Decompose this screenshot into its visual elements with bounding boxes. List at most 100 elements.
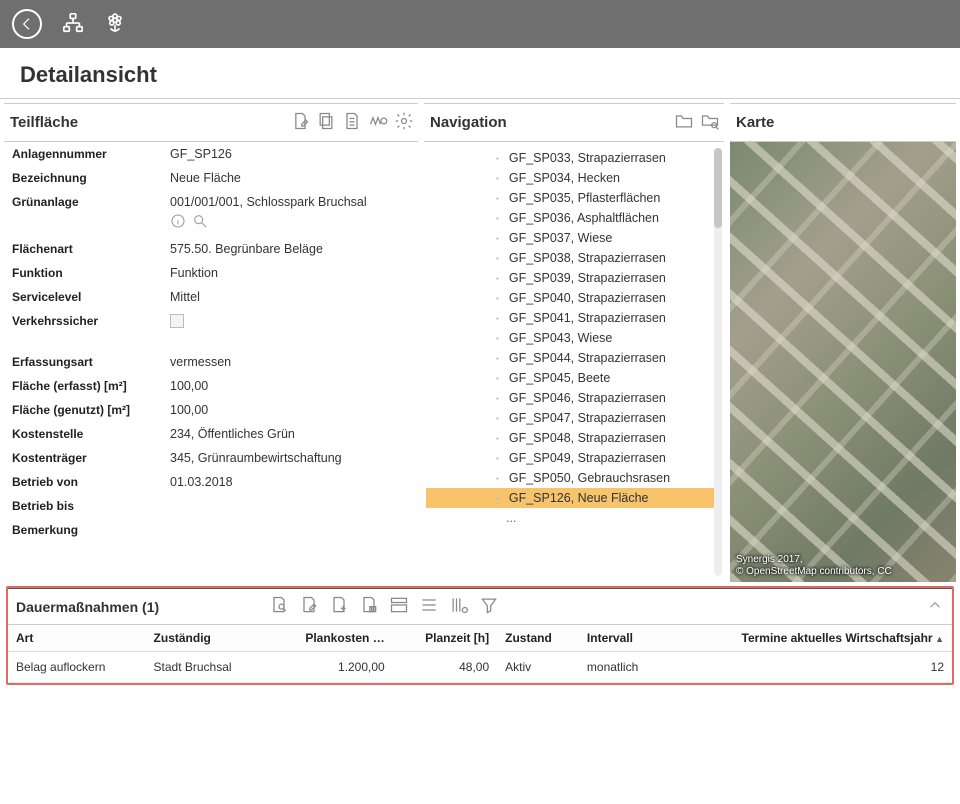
col-termine[interactable]: Termine aktuelles Wirtschaftsjahr (667, 625, 952, 652)
doc-edit-icon (290, 111, 310, 131)
col-zustand[interactable]: Zustand (497, 625, 579, 652)
navigation-list: GF_SP033, StrapazierrasenGF_SP034, Hecke… (424, 142, 724, 582)
col-art[interactable]: Art (8, 625, 146, 652)
columns-button[interactable] (449, 595, 469, 618)
topbar (0, 0, 960, 48)
panel-teilflaeche-title: Teilfläche (10, 114, 78, 131)
nav-item[interactable]: GF_SP126, Neue Fläche (426, 488, 722, 508)
chevron-up-icon (926, 596, 944, 614)
nav-item[interactable]: GF_SP033, Strapazierrasen (426, 148, 722, 168)
nav-item[interactable]: GF_SP041, Strapazierrasen (426, 308, 722, 328)
label-gruenanlage: Grünanlage (12, 195, 162, 232)
chevron-left-icon (19, 16, 35, 32)
label-funktion: Funktion (12, 266, 162, 280)
doc-delete-icon (359, 595, 379, 615)
wo-icon (368, 111, 388, 131)
gear-icon (394, 111, 414, 131)
doc-edit-icon (299, 595, 319, 615)
nav-item[interactable]: GF_SP050, Gebrauchsrasen (426, 468, 722, 488)
doc-delete-button[interactable] (359, 595, 379, 618)
col-plankosten[interactable]: Plankosten … (268, 625, 392, 652)
back-button[interactable] (12, 9, 42, 39)
value-flaechenart: 575.50. Begrünbare Beläge (170, 242, 410, 256)
navigation-scrollbar[interactable] (714, 148, 722, 576)
col-intervall[interactable]: Intervall (579, 625, 667, 652)
table-row[interactable]: Belag auflockernStadt Bruchsal1.200,0048… (8, 652, 952, 683)
settings-button[interactable] (394, 111, 414, 134)
checkbox-verkehrssicher[interactable] (170, 314, 184, 328)
list-view-button[interactable] (419, 595, 439, 618)
nav-item[interactable]: GF_SP044, Strapazierrasen (426, 348, 722, 368)
map-credit: Synergis 2017, © OpenStreetMap contribut… (736, 554, 950, 578)
doc-add-button[interactable] (329, 595, 349, 618)
nav-ellipsis[interactable]: ... (426, 508, 722, 528)
columns-icon (449, 595, 469, 615)
flower-button[interactable] (104, 12, 126, 37)
label-betrieb-von: Betrieb von (12, 475, 162, 489)
col-planzeit[interactable]: Planzeit [h] (393, 625, 497, 652)
nav-item[interactable]: GF_SP034, Hecken (426, 168, 722, 188)
panel-navigation: Navigation GF_SP033, StrapazierrasenGF_S… (424, 103, 724, 582)
panel-dauermassnahmen-head: Dauermaßnahmen (1) (8, 588, 952, 625)
value-erfassungsart: vermessen (170, 355, 410, 369)
info-button[interactable] (170, 213, 186, 232)
label-erfassungsart: Erfassungsart (12, 355, 162, 369)
nav-item[interactable]: GF_SP046, Strapazierrasen (426, 388, 722, 408)
nav-item[interactable]: GF_SP036, Asphaltflächen (426, 208, 722, 228)
value-betrieb-von: 01.03.2018 (170, 475, 410, 489)
doc-zoom-button[interactable] (269, 595, 289, 618)
nav-item[interactable]: GF_SP049, Strapazierrasen (426, 448, 722, 468)
nav-item[interactable]: GF_SP043, Wiese (426, 328, 722, 348)
nav-item[interactable]: GF_SP037, Wiese (426, 228, 722, 248)
dauermassnahmen-table: Art Zuständig Plankosten … Planzeit [h] … (8, 625, 952, 683)
value-flaeche-gen: 100,00 (170, 403, 410, 417)
value-servicelevel: Mittel (170, 290, 410, 304)
filter-button[interactable] (479, 595, 499, 618)
property-list: AnlagennummerGF_SP126 BezeichnungNeue Fl… (4, 142, 418, 542)
copy-icon (316, 111, 336, 131)
panel-dauermassnahmen: Dauermaßnahmen (1) Art Zuständig Plankos… (6, 586, 954, 685)
label-verkehrssicher: Verkehrssicher (12, 314, 162, 331)
value-funktion: Funktion (170, 266, 410, 280)
flower-icon (104, 12, 126, 34)
value-anlagennummer: GF_SP126 (170, 147, 410, 161)
map-view[interactable]: Synergis 2017, © OpenStreetMap contribut… (730, 142, 956, 582)
label-flaeche-erf: Fläche (erfasst) [m²] (12, 379, 162, 393)
nav-item[interactable]: GF_SP039, Strapazierrasen (426, 268, 722, 288)
folder-icon (674, 111, 694, 131)
zoom-button[interactable] (192, 213, 208, 232)
folder-button[interactable] (674, 111, 694, 134)
hierarchy-button[interactable] (62, 12, 84, 37)
search-icon (192, 213, 208, 229)
nav-item[interactable]: GF_SP048, Strapazierrasen (426, 428, 722, 448)
document-button[interactable] (342, 111, 362, 134)
value-kostentraeger: 345, Grünraumbewirtschaftung (170, 451, 410, 465)
panel-karte-title: Karte (736, 114, 774, 131)
card-view-button[interactable] (389, 595, 409, 618)
copy-button[interactable] (316, 111, 336, 134)
cell-art: Belag auflockern (8, 652, 146, 683)
wo-button[interactable] (368, 111, 388, 134)
nav-item[interactable]: GF_SP038, Strapazierrasen (426, 248, 722, 268)
nav-item[interactable]: GF_SP045, Beete (426, 368, 722, 388)
col-zustaendig[interactable]: Zuständig (146, 625, 269, 652)
cell-zust: Stadt Bruchsal (146, 652, 269, 683)
collapse-button[interactable] (926, 596, 944, 617)
panel-teilflaeche: Teilfläche AnlagennummerGF_SP126 Bezeich… (4, 103, 418, 582)
nav-item[interactable]: GF_SP047, Strapazierrasen (426, 408, 722, 428)
panel-navigation-title: Navigation (430, 114, 507, 131)
value-kostenstelle: 234, Öffentliches Grün (170, 427, 410, 441)
doc-edit-button[interactable] (299, 595, 319, 618)
panel-teilflaeche-head: Teilfläche (4, 104, 418, 142)
nav-item[interactable]: GF_SP035, Pflasterflächen (426, 188, 722, 208)
cell-zustand: Aktiv (497, 652, 579, 683)
folder-search-icon (700, 111, 720, 131)
value-flaeche-erf: 100,00 (170, 379, 410, 393)
nav-item[interactable]: GF_SP040, Strapazierrasen (426, 288, 722, 308)
folder-search-button[interactable] (700, 111, 720, 134)
cell-intervall: monatlich (579, 652, 667, 683)
label-anlagennummer: Anlagennummer (12, 147, 162, 161)
value-gruenanlage: 001/001/001, Schlosspark Bruchsal (170, 195, 410, 232)
label-kostenstelle: Kostenstelle (12, 427, 162, 441)
edit-button[interactable] (290, 111, 310, 134)
